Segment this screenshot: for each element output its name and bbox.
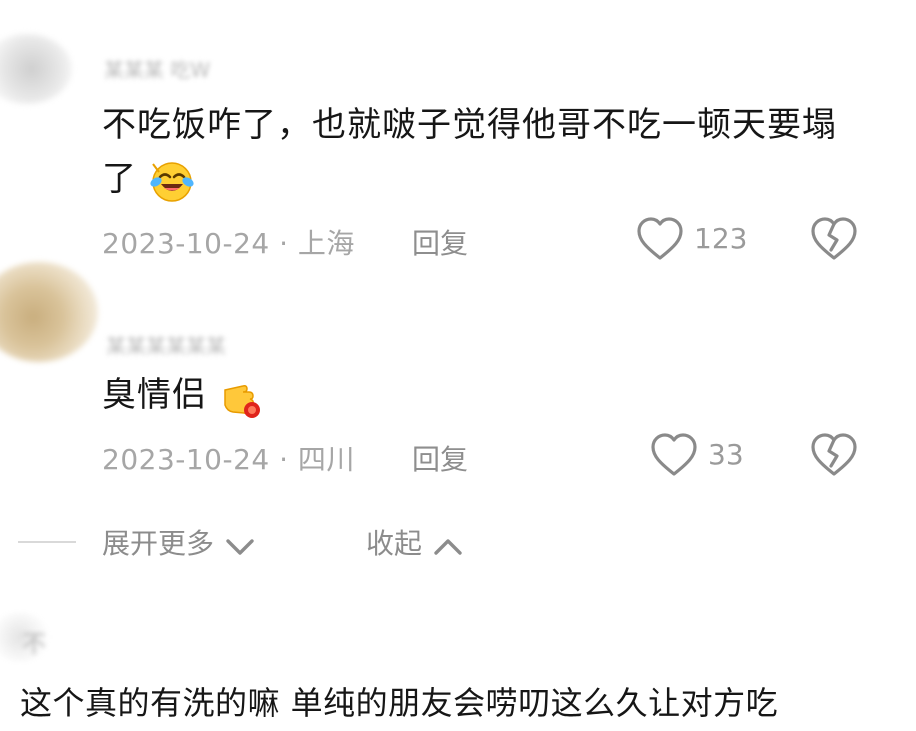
collapse-label: 收起 <box>366 527 423 560</box>
like-count: 33 <box>708 438 744 471</box>
like-button[interactable]: 33 <box>650 430 750 482</box>
comment-date-location: 2023-10-24 · 四川 <box>102 443 355 476</box>
comment-text-tail: 了 <box>102 159 137 199</box>
username[interactable]: 不 <box>22 624 46 659</box>
heart-outline-icon <box>636 216 684 266</box>
comment-text-line: 了 <box>102 152 195 206</box>
reply-button[interactable]: 回复 <box>412 438 468 478</box>
avatar[interactable] <box>0 262 98 362</box>
laughing-crying-emoji <box>149 158 195 204</box>
collapse-button[interactable]: 收起 <box>366 522 463 562</box>
expand-more-button[interactable]: 展开更多 <box>102 522 255 562</box>
pointing-hand-emoji <box>219 374 265 420</box>
username[interactable]: 某某某某某某 <box>106 330 226 359</box>
like-count: 123 <box>694 222 748 255</box>
chevron-down-icon <box>225 537 255 561</box>
username[interactable]: 某某某 吃W <box>104 54 210 83</box>
thread-divider <box>18 541 76 543</box>
avatar[interactable] <box>0 34 72 104</box>
reply-button[interactable]: 回复 <box>412 222 468 262</box>
broken-heart-icon[interactable] <box>810 432 858 482</box>
comment-date-location: 2023-10-24 · 上海 <box>102 227 355 260</box>
comment-text-line: 这个真的有洗的嘛 单纯的朋友会唠叨这么久让对方吃 <box>20 684 779 722</box>
comment-text-line: 不吃饭咋了，也就啵子觉得他哥不吃一顿天要塌 <box>102 105 837 145</box>
broken-heart-icon[interactable] <box>810 216 858 266</box>
comment-text: 臭情侣 <box>102 375 207 415</box>
like-button[interactable]: 123 <box>636 214 748 266</box>
chevron-up-icon <box>433 537 463 561</box>
heart-outline-icon <box>650 432 698 482</box>
expand-more-label: 展开更多 <box>102 527 215 560</box>
comment-text-line: 臭情侣 <box>102 368 265 422</box>
